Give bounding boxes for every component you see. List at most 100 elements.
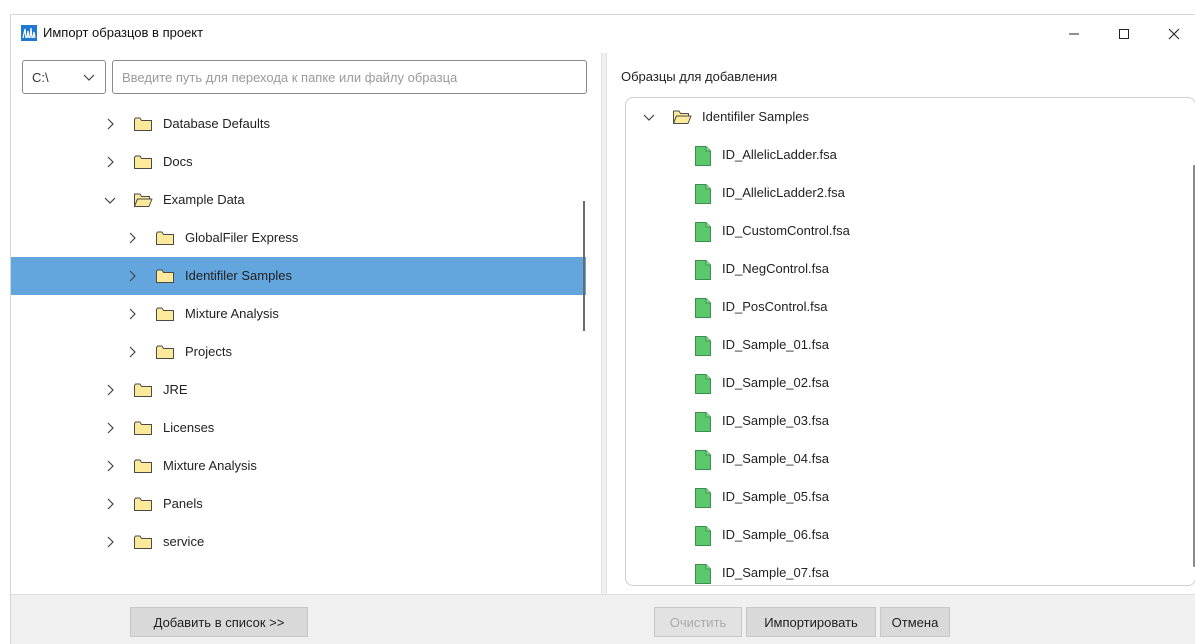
sample-file-item[interactable]: ID_Sample_02.fsa [626,364,1195,402]
drive-select-value: C:\ [32,69,49,85]
fsa-file-icon [694,411,712,433]
chevron-right-icon[interactable] [103,117,117,131]
folder-icon [133,116,153,132]
chevron-right-icon[interactable] [103,497,117,511]
tree-item[interactable]: Licenses [11,409,586,447]
tree-item[interactable]: Identifiler Samples [11,257,586,295]
sample-file-item[interactable]: ID_Sample_05.fsa [626,478,1195,516]
sample-file-label: ID_AllelicLadder.fsa [722,147,837,162]
tree-item-label: Mixture Analysis [163,458,257,473]
sample-file-item[interactable]: ID_Sample_03.fsa [626,402,1195,440]
sample-file-label: ID_Sample_07.fsa [722,565,829,580]
fsa-file-icon [694,145,712,167]
sample-file-label: ID_AllelicLadder2.fsa [722,185,845,200]
sample-file-label: ID_Sample_03.fsa [722,413,829,428]
sample-file-item[interactable]: ID_Sample_07.fsa [626,554,1195,585]
chevron-right-icon[interactable] [125,231,139,245]
sample-file-label: ID_Sample_02.fsa [722,375,829,390]
chevron-right-icon[interactable] [125,307,139,321]
clear-button[interactable]: Очистить [654,607,742,637]
tree-item[interactable]: JRE [11,371,586,409]
tree-item-label: Projects [185,344,232,359]
sample-file-item[interactable]: ID_AllelicLadder2.fsa [626,174,1195,212]
import-button[interactable]: Импортировать [746,607,876,637]
tree-item-label: Database Defaults [163,116,270,131]
fsa-file-icon [694,297,712,319]
chevron-right-icon[interactable] [103,383,117,397]
folder-icon [133,496,153,512]
tree-item[interactable]: Example Data [11,181,586,219]
folder-icon [155,268,175,284]
close-button[interactable] [1151,15,1195,53]
tree-item[interactable]: Projects [11,333,586,371]
sample-file-item[interactable]: ID_Sample_04.fsa [626,440,1195,478]
tree-item-label: Mixture Analysis [185,306,279,321]
dialog-footer: Добавить в список >> Очистить Импортиров… [11,594,1195,644]
minimize-button[interactable] [1051,15,1097,53]
samples-folder-row[interactable]: Identifiler Samples [626,98,1195,136]
folder-icon [133,534,153,550]
sample-file-item[interactable]: ID_AllelicLadder.fsa [626,136,1195,174]
fsa-file-icon [694,487,712,509]
folder-icon [133,154,153,170]
folder-open-icon [133,192,153,208]
tree-item-label: GlobalFiler Express [185,230,299,245]
tree-item[interactable]: GlobalFiler Express [11,219,586,257]
chevron-right-icon[interactable] [125,345,139,359]
maximize-button[interactable] [1101,15,1147,53]
folder-icon [133,458,153,474]
samples-folder-label: Identifiler Samples [702,109,809,124]
chromatogram-icon [21,25,37,41]
pane-splitter[interactable] [601,53,607,594]
sample-file-label: ID_Sample_01.fsa [722,337,829,352]
fsa-file-icon [694,335,712,357]
fsa-file-icon [694,525,712,547]
tree-item-label: service [163,534,205,549]
tree-item-label: Licenses [163,420,215,435]
sample-file-label: ID_Sample_05.fsa [722,489,829,504]
chevron-right-icon[interactable] [103,421,117,435]
drive-select[interactable]: C:\ [22,60,106,94]
fsa-file-icon [694,259,712,281]
sample-file-label: ID_Sample_06.fsa [722,527,829,542]
chevron-right-icon[interactable] [125,269,139,283]
cancel-button[interactable]: Отмена [880,607,950,637]
tree-item[interactable]: Database Defaults [11,105,586,143]
tree-item[interactable]: Mixture Analysis [11,295,586,333]
folder-icon [155,344,175,360]
folder-icon [133,420,153,436]
sample-file-item[interactable]: ID_CustomControl.fsa [626,212,1195,250]
tree-item[interactable]: Docs [11,143,586,181]
chevron-right-icon[interactable] [103,535,117,549]
chevron-down-icon[interactable] [642,110,656,124]
chevron-right-icon[interactable] [103,155,117,169]
samples-list: Identifiler Samples ID_AllelicLadder.fsa I… [625,97,1195,586]
tree-item[interactable]: Mixture Analysis [11,447,586,485]
title-bar: Импорт образцов в проект [11,15,1195,53]
sample-file-item[interactable]: ID_NegControl.fsa [626,250,1195,288]
fsa-file-icon [694,449,712,471]
tree-item-label: Panels [163,496,203,511]
tree-item-label: Example Data [163,192,245,207]
sample-file-item[interactable]: ID_Sample_06.fsa [626,516,1195,554]
sample-file-label: ID_CustomControl.fsa [722,223,850,238]
sample-file-label: ID_Sample_04.fsa [722,451,829,466]
chevron-right-icon[interactable] [103,459,117,473]
tree-scrollbar[interactable] [583,201,585,331]
chevron-down-icon [82,70,96,87]
sample-file-item[interactable]: ID_Sample_01.fsa [626,326,1195,364]
tree-item[interactable]: service [11,523,586,561]
fsa-file-icon [694,373,712,395]
tree-item-label: JRE [163,382,188,397]
tree-item[interactable]: Panels [11,485,586,523]
folder-open-icon [672,109,692,125]
chevron-down-icon[interactable] [103,193,117,207]
folder-icon [155,306,175,322]
sample-file-item[interactable]: ID_PosControl.fsa [626,288,1195,326]
samples-pane: Образцы для добавления Identifiler Sampl… [609,53,1195,594]
sample-file-label: ID_NegControl.fsa [722,261,829,276]
add-to-list-button[interactable]: Добавить в список >> [130,607,308,637]
path-input[interactable] [112,60,587,94]
import-samples-dialog: Импорт образцов в проект C:\ Database De… [10,14,1195,644]
samples-title: Образцы для добавления [621,69,778,84]
